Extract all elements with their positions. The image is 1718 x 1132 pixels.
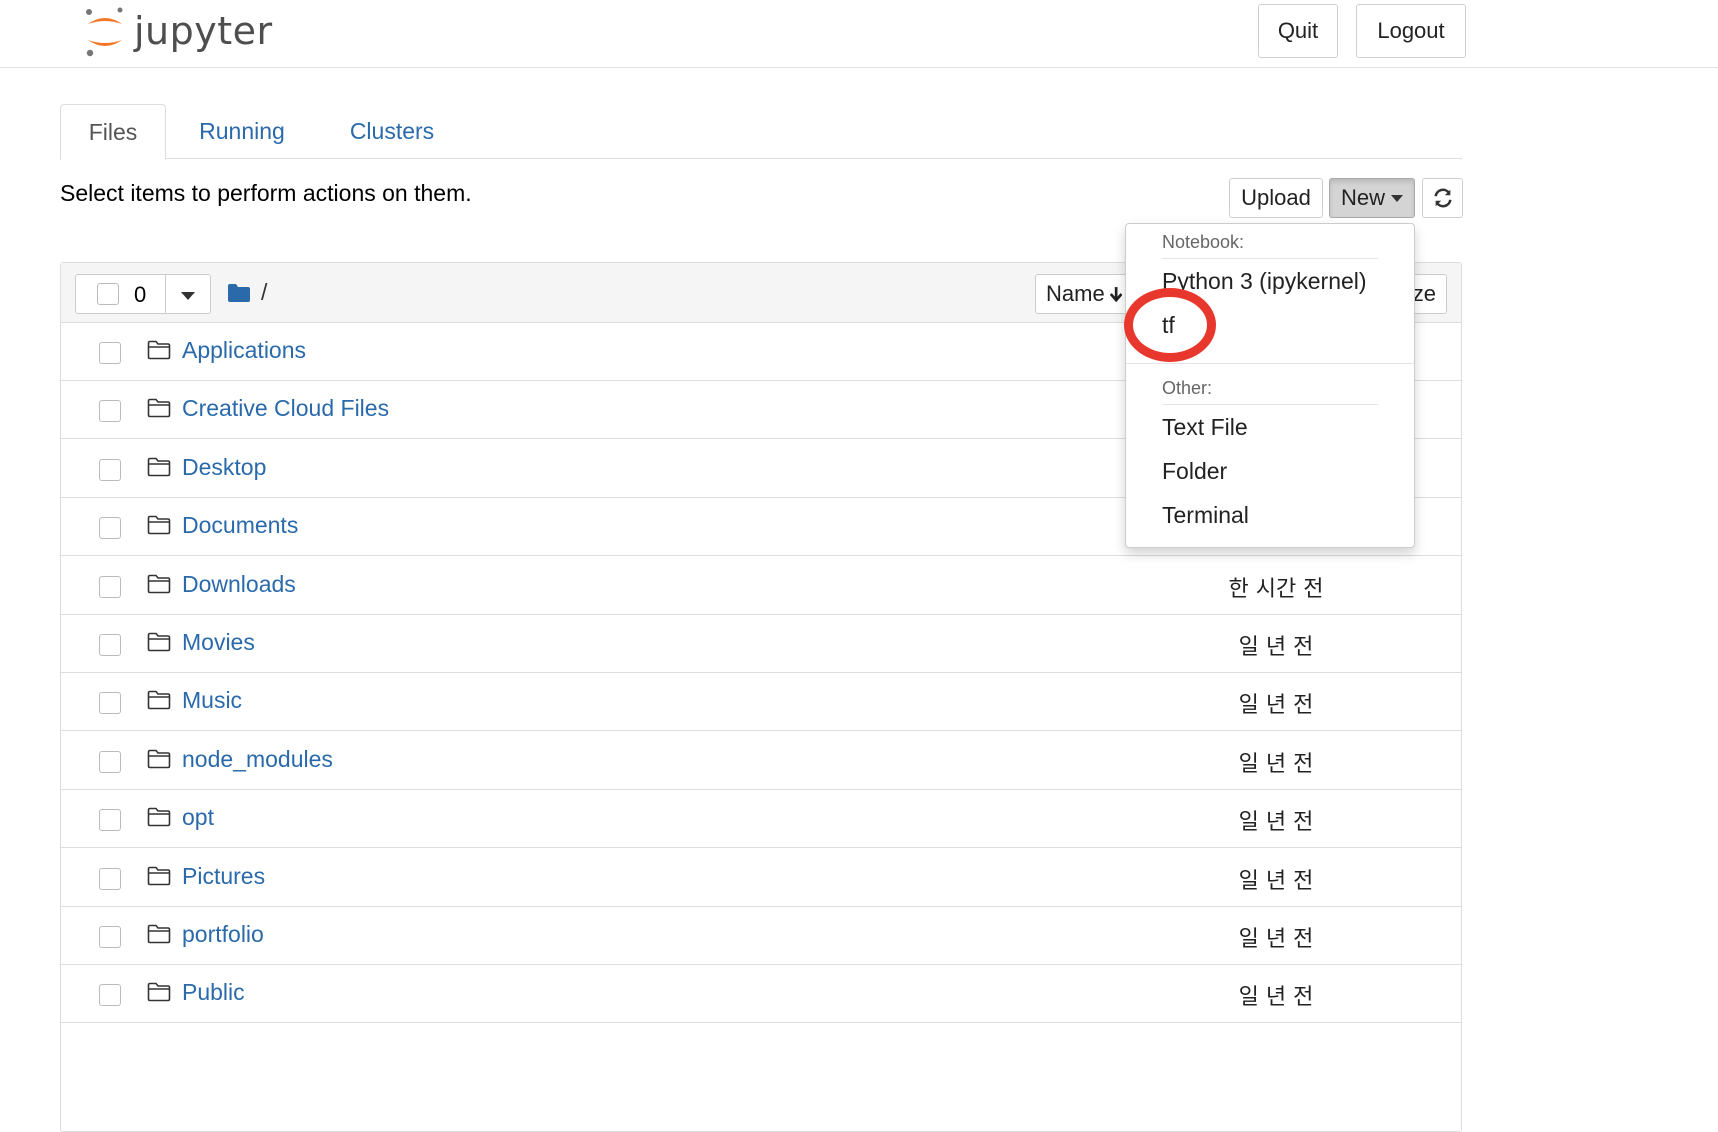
row-checkbox[interactable] xyxy=(99,984,121,1007)
folder-icon xyxy=(147,983,171,1002)
folder-icon xyxy=(147,457,171,477)
row-checkbox[interactable] xyxy=(99,458,121,481)
folder-icon xyxy=(147,866,171,885)
menu-header-rule xyxy=(1162,404,1378,405)
file-name-link[interactable]: Downloads xyxy=(182,571,296,598)
folder-icon xyxy=(147,691,171,710)
tab-bar: Files Running Clusters xyxy=(60,104,1462,160)
new-dropdown-menu: Notebook: Python 3 (ipykernel) tf Other:… xyxy=(1125,223,1415,548)
jupyter-logo-icon xyxy=(86,7,123,57)
menu-item-text-file[interactable]: Text File xyxy=(1162,414,1248,441)
file-modified: 일 년 전 xyxy=(1238,868,1314,894)
folder-solid-icon xyxy=(228,283,250,302)
file-modified: 일 년 전 xyxy=(1238,985,1314,1011)
file-modified: 한 시간 전 xyxy=(1228,576,1324,602)
folder-icon xyxy=(147,399,171,418)
selected-count: 0 xyxy=(134,282,147,307)
row-checkbox[interactable] xyxy=(99,809,121,832)
file-name-link[interactable]: Desktop xyxy=(182,454,266,481)
table-row[interactable]: Pictures 일 년 전 xyxy=(61,849,1461,907)
menu-divider xyxy=(1126,363,1414,364)
logo-text: jupyter xyxy=(134,9,273,53)
menu-item-terminal[interactable]: Terminal xyxy=(1162,502,1249,529)
file-name-link[interactable]: opt xyxy=(182,804,214,831)
table-row[interactable]: portfolio 일 년 전 xyxy=(61,907,1461,965)
sort-by-name-button[interactable]: Name xyxy=(1035,274,1133,314)
table-row[interactable]: Downloads 한 시간 전 xyxy=(61,557,1461,615)
file-name-link[interactable]: Creative Cloud Files xyxy=(182,395,389,422)
row-checkbox[interactable] xyxy=(99,867,121,890)
folder-icon xyxy=(147,340,171,360)
tab-files[interactable]: Files xyxy=(60,104,166,160)
menu-header-other: Other: xyxy=(1162,378,1213,398)
sort-name-label: Name xyxy=(1046,281,1105,306)
file-modified: 일 년 전 xyxy=(1238,810,1314,836)
table-row[interactable]: Public 일 년 전 xyxy=(61,965,1461,1024)
row-checkbox[interactable] xyxy=(99,692,121,715)
folder-icon xyxy=(147,749,171,769)
new-dropdown-button[interactable]: New xyxy=(1329,178,1415,218)
file-name-link[interactable]: Applications xyxy=(182,337,306,364)
file-modified: 일 년 전 xyxy=(1238,927,1314,952)
jupyter-logo[interactable]: jupyter xyxy=(84,4,273,58)
file-name-link[interactable]: Movies xyxy=(182,629,255,656)
selection-hint: Select items to perform actions on them. xyxy=(60,180,472,206)
file-modified: 일 년 전 xyxy=(1238,751,1314,777)
row-checkbox[interactable] xyxy=(99,575,121,598)
annotation-circle xyxy=(1124,288,1216,362)
menu-header-notebook: Notebook: xyxy=(1162,232,1245,252)
divider xyxy=(165,275,166,313)
file-name-link[interactable]: node_modules xyxy=(182,746,333,773)
file-name-link[interactable]: Public xyxy=(182,979,245,1006)
folder-icon xyxy=(147,807,171,827)
quit-button[interactable]: Quit xyxy=(1258,4,1338,58)
menu-item-folder[interactable]: Folder xyxy=(1162,458,1227,485)
tab-clusters[interactable]: Clusters xyxy=(332,104,452,159)
row-checkbox[interactable] xyxy=(99,400,121,423)
folder-icon xyxy=(147,924,171,944)
row-checkbox[interactable] xyxy=(99,634,121,656)
folder-icon xyxy=(147,632,171,652)
table-row[interactable]: Music 일 년 전 xyxy=(61,673,1461,732)
header: jupyter Quit Logout xyxy=(0,0,1718,68)
file-name-link[interactable]: Documents xyxy=(182,512,298,539)
tab-running[interactable]: Running xyxy=(184,104,300,159)
menu-item-python3-kernel[interactable]: Python 3 (ipykernel) xyxy=(1162,268,1367,295)
file-name-link[interactable]: portfolio xyxy=(182,921,264,948)
row-checkbox[interactable] xyxy=(99,342,121,364)
chevron-down-icon[interactable] xyxy=(181,292,195,300)
menu-header-rule xyxy=(1162,258,1378,259)
row-checkbox[interactable] xyxy=(99,750,121,773)
select-all-control[interactable]: 0 xyxy=(75,274,211,314)
upload-button[interactable]: Upload xyxy=(1229,178,1323,218)
file-name-link[interactable]: Music xyxy=(182,687,242,714)
breadcrumb[interactable]: / xyxy=(227,279,267,306)
folder-icon xyxy=(147,515,171,535)
table-row[interactable]: Movies 일 년 전 xyxy=(61,615,1461,673)
table-row[interactable]: node_modules 일 년 전 xyxy=(61,732,1461,790)
refresh-button[interactable] xyxy=(1422,178,1463,218)
file-modified: 일 년 전 xyxy=(1238,693,1314,719)
row-checkbox[interactable] xyxy=(99,517,121,540)
file-modified: 일 년 전 xyxy=(1238,635,1314,660)
sort-size-label: ze xyxy=(1412,281,1436,306)
file-name-link[interactable]: Pictures xyxy=(182,863,265,890)
row-checkbox[interactable] xyxy=(99,926,121,948)
select-all-checkbox[interactable] xyxy=(97,283,119,305)
caret-down-icon xyxy=(1391,194,1403,202)
table-row[interactable]: opt 일 년 전 xyxy=(61,790,1461,849)
arrow-down-icon xyxy=(1109,287,1122,303)
refresh-icon xyxy=(1433,188,1452,208)
folder-icon xyxy=(147,574,171,593)
breadcrumb-root[interactable]: / xyxy=(261,279,267,306)
logout-button[interactable]: Logout xyxy=(1356,4,1466,58)
new-button-label: New xyxy=(1340,185,1385,210)
